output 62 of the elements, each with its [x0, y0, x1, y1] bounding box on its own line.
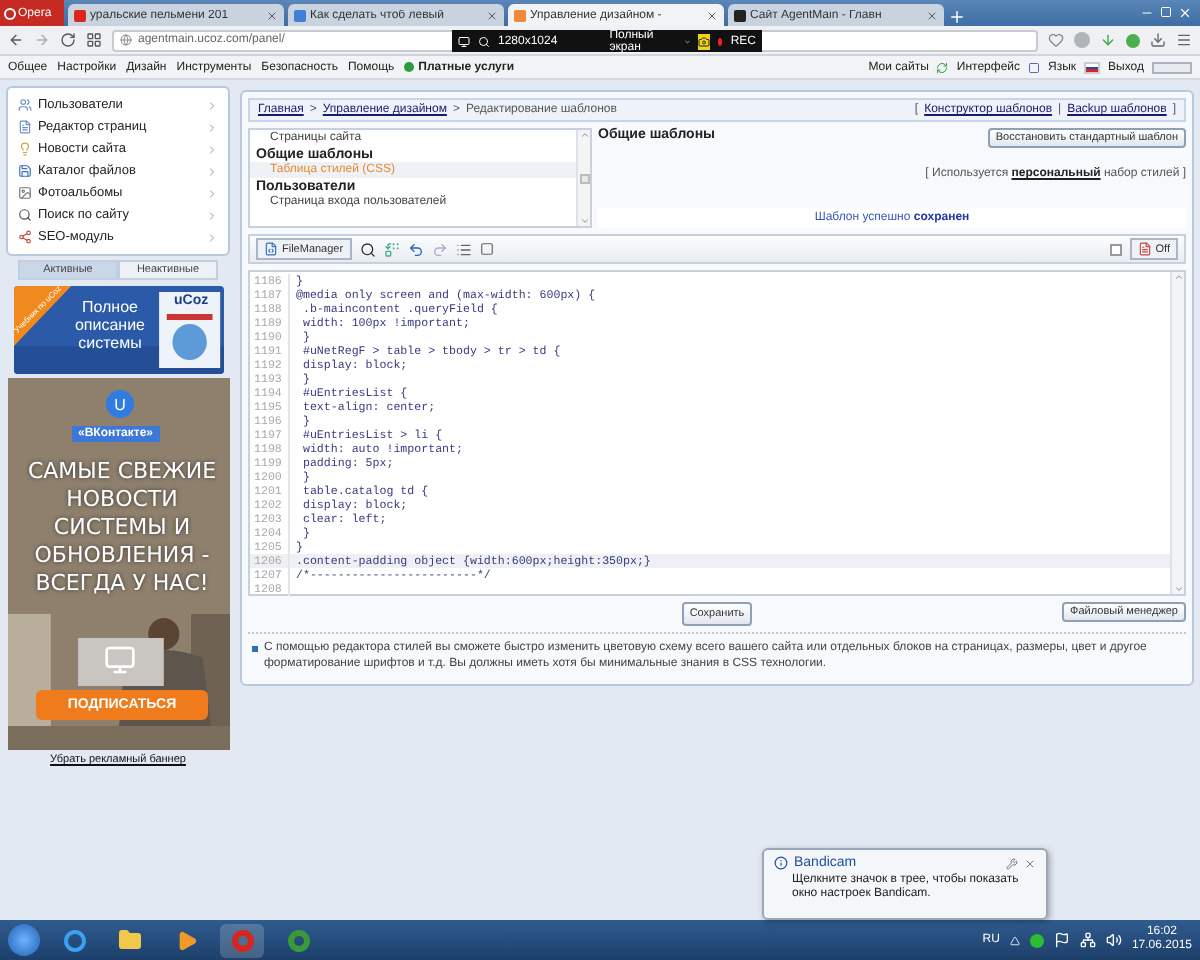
- redo-icon[interactable]: [431, 241, 448, 257]
- menu-icon[interactable]: [1176, 32, 1192, 48]
- close-icon[interactable]: [926, 9, 938, 21]
- image-icon: [18, 186, 32, 200]
- search-icon: [18, 208, 32, 222]
- list-icon[interactable]: [455, 241, 472, 257]
- users-icon: [18, 98, 32, 112]
- record-icon[interactable]: [718, 37, 723, 45]
- tray-arrow-icon[interactable]: [1009, 935, 1020, 945]
- file-code-icon: [264, 242, 278, 256]
- close-icon[interactable]: [486, 9, 498, 21]
- camera-icon[interactable]: [698, 33, 711, 49]
- close-icon[interactable]: [1024, 857, 1036, 869]
- close-icon[interactable]: [266, 9, 278, 21]
- page-icon: [18, 120, 32, 134]
- bandicam-tray-icon[interactable]: [1029, 933, 1044, 947]
- favicon-icon: [294, 9, 306, 21]
- minimize-icon[interactable]: [1140, 6, 1154, 20]
- refresh-icon[interactable]: [936, 61, 949, 73]
- monitor-icon: [104, 644, 136, 676]
- share-icon: [18, 230, 32, 244]
- square-icon[interactable]: [1028, 61, 1041, 73]
- scroll-up-icon[interactable]: [579, 130, 589, 140]
- favicon-icon: [514, 9, 526, 21]
- scrollbar[interactable]: [1170, 272, 1184, 594]
- info-icon: [774, 856, 788, 870]
- lightbulb-icon: [18, 142, 32, 156]
- close-icon[interactable]: [706, 9, 718, 21]
- new-tab-icon[interactable]: [948, 8, 966, 26]
- document-icon: [1137, 242, 1152, 256]
- back-icon[interactable]: [8, 32, 24, 48]
- download-icon[interactable]: [1150, 32, 1166, 48]
- grid-icon[interactable]: [86, 32, 102, 48]
- floppy-icon: [18, 164, 32, 178]
- promo-headline: САМЫЕ СВЕЖИЕ НОВОСТИ СИСТЕМЫ И ОБНОВЛЕНИЯ - ВСЕГДА У НАС!: [25, 458, 219, 598]
- network-icon[interactable]: [1079, 932, 1096, 948]
- banner-headline: Полное описание системы: [72, 298, 148, 352]
- search-icon[interactable]: [359, 241, 376, 257]
- maximize-icon[interactable]: [1160, 6, 1172, 18]
- scroll-down-icon[interactable]: [579, 216, 589, 226]
- speaker-icon[interactable]: [1105, 932, 1122, 948]
- globe-icon: [120, 34, 132, 46]
- circle-icon[interactable]: [1126, 33, 1140, 47]
- scroll-up-icon[interactable]: [1173, 272, 1183, 282]
- wrench-icon[interactable]: [1006, 857, 1018, 869]
- flag-icon: [1084, 61, 1101, 73]
- bullet-icon: [252, 646, 258, 652]
- replace-icon[interactable]: [383, 241, 400, 257]
- favicon-icon: [74, 9, 86, 21]
- favicon-icon: [734, 9, 746, 21]
- undo-icon[interactable]: [407, 241, 424, 257]
- download-icon[interactable]: [1100, 32, 1116, 48]
- checkbox[interactable]: [1109, 243, 1122, 255]
- scroll-down-icon[interactable]: [1173, 584, 1183, 594]
- monitor-icon[interactable]: [458, 35, 470, 47]
- heart-icon[interactable]: [1048, 32, 1064, 48]
- start-button[interactable]: [8, 924, 40, 956]
- scrollbar[interactable]: [576, 130, 590, 226]
- handle-icon[interactable]: [1152, 61, 1192, 73]
- flag-icon[interactable]: [1053, 932, 1070, 948]
- square-icon[interactable]: [479, 242, 494, 256]
- reload-icon[interactable]: [60, 32, 76, 48]
